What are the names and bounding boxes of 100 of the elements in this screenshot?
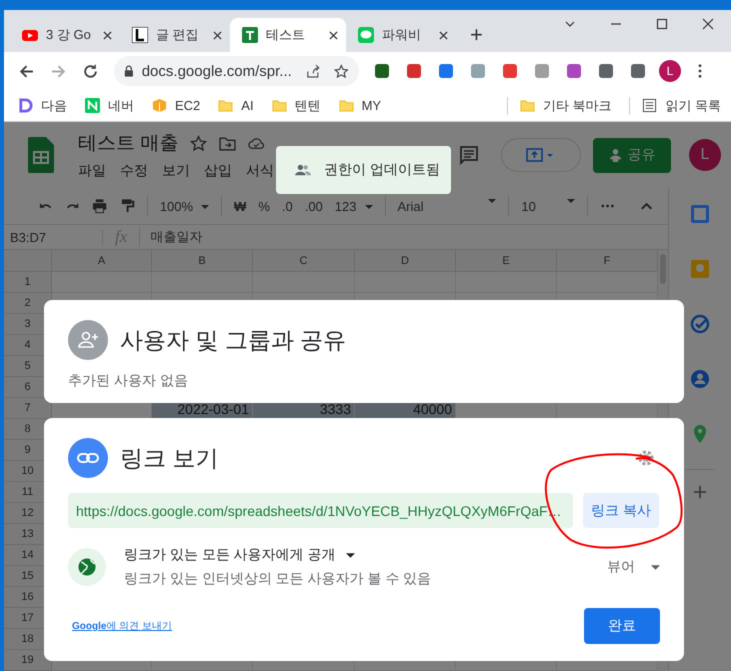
new-tab-button[interactable]: + [460, 18, 493, 52]
column-header[interactable]: E [456, 250, 557, 272]
add-person-icon [68, 320, 108, 360]
caret-icon[interactable] [346, 552, 355, 558]
bookmark[interactable]: EC2 [152, 98, 200, 113]
globe-icon [68, 548, 106, 586]
column-header[interactable]: F [557, 250, 658, 272]
extension-icon[interactable] [629, 62, 647, 80]
forward-icon[interactable] [50, 62, 67, 80]
browser-tab[interactable]: 글 편집 [120, 18, 230, 52]
person-lock-icon [608, 148, 622, 162]
dialog-title: 링크 보기 [120, 444, 218, 472]
caret-icon[interactable] [651, 564, 660, 570]
role-dropdown[interactable]: 뷰어 [607, 558, 635, 576]
column-header[interactable]: D [355, 250, 456, 272]
bookmark[interactable]: 다음 [18, 96, 67, 114]
browser-tab[interactable]: 파워비 [346, 18, 456, 52]
profile-avatar[interactable]: L [659, 60, 681, 82]
n-square-icon [85, 98, 100, 113]
column-header[interactable]: B [152, 250, 253, 272]
reading-list-icon [642, 98, 658, 113]
folder-icon [338, 98, 354, 113]
present-icon [526, 148, 556, 162]
close-icon[interactable] [439, 30, 448, 40]
row-header[interactable]: 19 [4, 650, 52, 671]
document-title[interactable]: 테스트 매출 [78, 130, 178, 156]
row-header[interactable]: 7 [4, 398, 52, 419]
chat-bubble-icon [358, 27, 374, 43]
close-icon[interactable] [329, 30, 338, 40]
toast-notification: 권한이 업데이트됨 [276, 146, 451, 194]
spreadsheet-logo-icon[interactable] [28, 137, 54, 173]
folder-icon [272, 98, 287, 113]
task-check-icon[interactable] [690, 314, 710, 334]
print-icon[interactable] [92, 198, 108, 214]
dialog-title: 사용자 및 그룹과 공유 [120, 326, 346, 354]
browser-tab[interactable]: 3 강 Go [10, 18, 120, 52]
lock-icon [124, 65, 134, 77]
increase-decimal-button[interactable]: .00 [304, 198, 323, 214]
browser-tab[interactable]: 테스트 [230, 18, 346, 52]
menu-item[interactable]: 삽입 [204, 162, 232, 180]
move-folder-icon[interactable] [219, 134, 236, 152]
maximize-icon[interactable] [656, 18, 668, 30]
feedback-link[interactable]: Google에 의견 보내기 [72, 619, 172, 633]
extension-icon[interactable] [437, 62, 455, 80]
paint-roller-icon[interactable] [120, 198, 135, 214]
bookmark[interactable]: 읽기 목록 [629, 96, 721, 114]
star-icon[interactable] [334, 64, 349, 78]
font-size-dropdown[interactable]: 10 [521, 198, 575, 214]
access-dropdown[interactable]: 링크가 있는 모든 사용자에게 공개 [124, 546, 336, 564]
close-icon[interactable] [103, 30, 112, 40]
bookmark[interactable]: 기타 북마크 [506, 96, 612, 114]
name-box[interactable]: B3:D7 [4, 230, 103, 244]
formula-field[interactable]: 매출일자 [140, 228, 202, 246]
currency-format-button[interactable]: ₩ [234, 198, 246, 214]
extension-icon[interactable] [405, 62, 423, 80]
bookmark[interactable]: 네버 [85, 96, 134, 114]
folder-icon [218, 98, 234, 113]
plus-icon[interactable] [693, 485, 707, 499]
script-letter-icon [132, 27, 148, 43]
folder-icon [520, 98, 535, 113]
share-icon[interactable] [306, 64, 320, 78]
people-icon [294, 163, 312, 177]
share-button[interactable]: 공유 [593, 138, 671, 172]
back-icon[interactable] [18, 62, 35, 80]
percent-format-button[interactable]: % [258, 198, 270, 214]
address-bar[interactable]: docs.google.com/spr... [114, 56, 359, 86]
access-description: 링크가 있는 인터넷상의 모든 사용자가 볼 수 있음 [124, 570, 432, 588]
present-button[interactable] [501, 138, 581, 172]
menu-item[interactable]: 수정 [120, 162, 148, 180]
comment-icon[interactable] [459, 145, 479, 165]
number-format-dropdown[interactable]: 123 [334, 198, 372, 214]
column-header[interactable]: C [253, 250, 355, 272]
close-icon[interactable] [702, 18, 714, 30]
menu-item[interactable]: 파일 [78, 162, 106, 180]
account-avatar[interactable]: L [689, 139, 721, 171]
copy-link-button[interactable]: 링크 복사 [583, 493, 659, 528]
zoom-dropdown[interactable]: 100% [160, 198, 210, 214]
extension-icon[interactable] [501, 62, 519, 80]
extension-icon[interactable] [565, 62, 583, 80]
contact-icon[interactable] [690, 369, 710, 389]
settings-icon[interactable] [636, 448, 656, 468]
empty-users-text: 추가된 사용자 없음 [68, 372, 189, 390]
menu-icon[interactable] [698, 64, 702, 78]
row-header[interactable]: 2 [4, 293, 52, 314]
done-button[interactable]: 완료 [584, 608, 660, 644]
menu-item[interactable]: 서식 [246, 162, 274, 180]
link-icon [68, 438, 108, 478]
column-header[interactable]: A [52, 250, 152, 272]
bookmark[interactable]: AI [218, 98, 254, 113]
extension-icon[interactable] [373, 62, 391, 80]
font-dropdown[interactable]: Arial [397, 198, 496, 214]
extension-icon[interactable] [597, 62, 615, 80]
decrease-decimal-button[interactable]: .0 [282, 198, 293, 214]
menu-item[interactable]: 보기 [162, 162, 190, 180]
star-icon[interactable] [190, 134, 208, 152]
reload-icon[interactable] [82, 62, 99, 80]
bookmark[interactable]: 텐텐 [272, 96, 321, 114]
bookmark[interactable]: MY [338, 98, 382, 113]
row-header[interactable]: 1 [4, 272, 52, 293]
close-icon[interactable] [213, 30, 222, 40]
